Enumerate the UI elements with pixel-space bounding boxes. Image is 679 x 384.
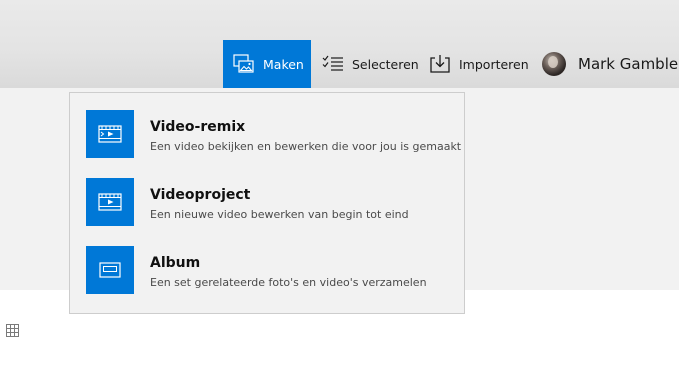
select-button[interactable]: Selecteren (320, 40, 419, 88)
select-button-label: Selecteren (352, 56, 419, 72)
video-remix-icon (86, 110, 134, 158)
create-dropdown-menu: Video-remix Een video bekijken en bewerk… (69, 92, 465, 314)
menu-item-title: Album (150, 255, 201, 271)
album-icon (86, 246, 134, 294)
create-photos-icon (233, 53, 255, 75)
create-button-label: Maken (263, 56, 304, 72)
menu-item-title: Videoproject (150, 187, 251, 203)
menu-item-description: Een nieuwe video bewerken van begin tot … (150, 208, 409, 221)
video-project-icon (86, 178, 134, 226)
user-name: Mark Gamble (578, 55, 679, 73)
menu-item-description: Een set gerelateerde foto's en video's v… (150, 276, 427, 289)
create-button[interactable]: Maken (223, 40, 311, 88)
user-account-button[interactable]: Mark Gamble (540, 40, 679, 88)
avatar (542, 52, 566, 76)
import-button-label: Importeren (459, 56, 529, 72)
import-button[interactable]: Importeren (427, 40, 529, 88)
menu-item-title: Video-remix (150, 119, 246, 135)
import-icon (429, 53, 451, 75)
menu-item-video-project[interactable]: Videoproject Een nieuwe video bewerken v… (70, 170, 464, 230)
checklist-icon (322, 53, 344, 75)
menu-item-description: Een video bekijken en bewerken die voor … (150, 140, 462, 153)
top-toolbar: Maken Selecteren Importeren Mark Gamble (0, 0, 679, 88)
grid-view-icon[interactable] (6, 322, 19, 337)
menu-item-video-remix[interactable]: Video-remix Een video bekijken en bewerk… (70, 102, 464, 162)
menu-item-album[interactable]: Album Een set gerelateerde foto's en vid… (70, 238, 464, 298)
